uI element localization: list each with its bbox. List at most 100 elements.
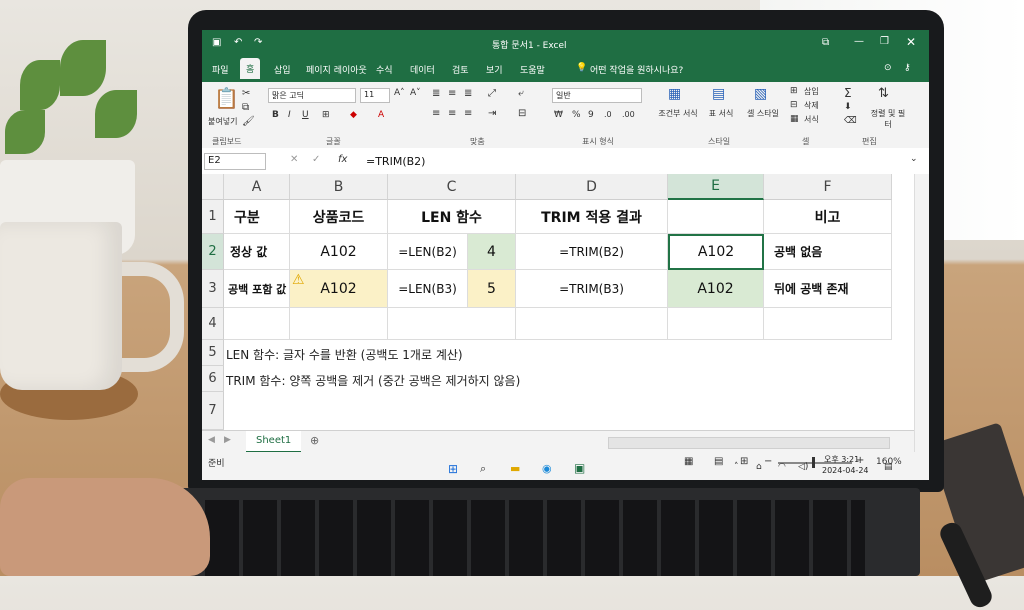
row-header-6[interactable]: 6 — [202, 366, 224, 392]
excel-taskbar-icon[interactable]: ▣ — [574, 461, 585, 475]
format-cells-icon[interactable]: ▦ — [790, 114, 799, 124]
format-cells-button[interactable]: 서식 — [804, 114, 819, 125]
insert-cells-button[interactable]: 삽입 — [804, 86, 819, 97]
font-size-select[interactable]: 11 — [360, 88, 390, 103]
add-sheet-icon[interactable]: ⊕ — [310, 434, 319, 447]
tab-home[interactable]: 홈 — [240, 58, 261, 79]
font-name-select[interactable]: 맑은 고딕 — [268, 88, 356, 103]
format-as-table-button[interactable]: 표 서식 — [704, 108, 738, 119]
key-icon[interactable]: ⚷ — [904, 63, 911, 73]
sort-filter-button[interactable]: 정렬 및 필터 — [870, 108, 906, 130]
column-header-f[interactable]: F — [764, 174, 892, 200]
sheet-tab-sheet1[interactable]: Sheet1 — [246, 431, 302, 453]
warning-icon[interactable]: ⚠ — [292, 272, 305, 288]
decrease-decimal-icon[interactable]: .00 — [622, 110, 635, 119]
delete-cells-icon[interactable]: ⊟ — [790, 100, 798, 110]
name-box[interactable]: E2 — [204, 153, 266, 170]
restore-icon[interactable]: ❐ — [880, 36, 889, 47]
cell-f2[interactable]: 공백 없음 — [764, 234, 892, 270]
cell-c2[interactable]: =LEN(B2) — [388, 234, 468, 270]
indent-icon[interactable]: ⇥ — [488, 108, 496, 119]
orientation-icon[interactable]: ⤢ — [488, 88, 496, 99]
align-center-icon[interactable]: ≡ — [448, 108, 456, 119]
cell-f1[interactable]: 비고 — [764, 200, 892, 234]
cell-f4[interactable] — [764, 308, 892, 340]
note-len[interactable]: LEN 함수: 글자 수를 반환 (공백도 1개로 계산) — [226, 346, 463, 363]
cell-b4[interactable] — [290, 308, 388, 340]
cell-d2[interactable]: =TRIM(B2) — [516, 234, 668, 270]
expand-formula-icon[interactable]: ⌄ — [910, 154, 918, 164]
clock-date[interactable]: 2024-04-24 — [822, 466, 869, 475]
paste-icon[interactable]: 📋 — [214, 86, 239, 110]
cell-styles-icon[interactable]: ▧ — [754, 86, 767, 102]
close-icon[interactable]: ✕ — [906, 35, 916, 49]
cell-a2[interactable]: 정상 값 — [224, 234, 290, 270]
cell-e1[interactable] — [668, 200, 764, 234]
tab-page-layout[interactable]: 페이지 레이아웃 — [306, 63, 367, 76]
volume-icon[interactable]: ◁) — [798, 462, 808, 472]
cell-a4[interactable] — [224, 308, 290, 340]
share-icon[interactable]: ⊙ — [884, 63, 892, 73]
taskbar-search-icon[interactable]: ⌕ — [480, 462, 486, 476]
cell-c1[interactable]: LEN 함수 — [388, 200, 516, 234]
row-header-3[interactable]: 3 — [202, 270, 224, 308]
cell-a1[interactable]: 구분 — [224, 200, 290, 234]
align-right-icon[interactable]: ≡ — [464, 108, 472, 119]
enter-icon[interactable]: ✓ — [312, 154, 320, 165]
decrease-font-icon[interactable]: A˅ — [410, 88, 421, 98]
clock-time[interactable]: 오후 3:21 — [824, 454, 859, 465]
tab-review[interactable]: 검토 — [452, 63, 469, 76]
undo-icon[interactable]: ↶ — [234, 37, 242, 48]
cell-styles-button[interactable]: 셀 스타일 — [746, 108, 780, 119]
save-icon[interactable]: ▣ — [212, 37, 221, 48]
cell-f3[interactable]: 뒤에 공백 존재 — [764, 270, 892, 308]
tab-formulas[interactable]: 수식 — [376, 63, 393, 76]
delete-cells-button[interactable]: 삭제 — [804, 100, 819, 111]
cell-e2-selected[interactable]: A102 — [668, 234, 764, 270]
align-middle-icon[interactable]: ≡ — [448, 88, 456, 99]
fill-icon[interactable]: ⬇ — [844, 102, 852, 112]
column-header-b[interactable]: B — [290, 174, 388, 200]
copy-icon[interactable]: ⧉ — [242, 102, 249, 113]
comma-icon[interactable]: 9 — [588, 110, 594, 120]
fill-color-icon[interactable]: ◆ — [350, 110, 357, 120]
cell-d3[interactable]: =TRIM(B3) — [516, 270, 668, 308]
cell-c2-length[interactable]: 4 — [468, 234, 516, 270]
conditional-format-icon[interactable]: ▦ — [668, 86, 681, 102]
cell-b2[interactable]: A102 — [290, 234, 388, 270]
file-explorer-icon[interactable]: ▬ — [510, 462, 520, 475]
italic-icon[interactable]: I — [288, 110, 291, 120]
cell-a3[interactable]: 공백 포함 값 — [224, 270, 290, 308]
cell-b1[interactable]: 상품코드 — [290, 200, 388, 234]
insert-cells-icon[interactable]: ⊞ — [790, 86, 798, 96]
underline-icon[interactable]: U — [302, 110, 309, 120]
cut-icon[interactable]: ✂ — [242, 88, 250, 99]
select-all-corner[interactable] — [202, 174, 224, 200]
cell-d1[interactable]: TRIM 적용 결과 — [516, 200, 668, 234]
redo-icon[interactable]: ↷ — [254, 37, 262, 48]
cell-d4[interactable] — [516, 308, 668, 340]
sort-filter-icon[interactable]: ⇅ — [878, 86, 889, 101]
paste-button[interactable]: 붙여넣기 — [208, 116, 237, 127]
wifi-icon[interactable]: ◠ — [778, 462, 786, 472]
row-header-4[interactable]: 4 — [202, 308, 224, 340]
worksheet-grid[interactable]: A B C D E F 1 2 3 4 5 6 7 구분 상품코드 LEN 함수… — [202, 174, 914, 464]
merge-icon[interactable]: ⊟ — [518, 108, 526, 119]
cancel-icon[interactable]: ✕ — [290, 154, 298, 165]
cell-c3[interactable]: =LEN(B3) — [388, 270, 468, 308]
cell-b3[interactable]: A102 — [290, 270, 388, 308]
notification-icon[interactable]: ▤ — [884, 462, 893, 472]
vertical-scrollbar[interactable] — [914, 174, 929, 452]
row-header-1[interactable]: 1 — [202, 200, 224, 234]
bold-icon[interactable]: B — [272, 110, 279, 120]
column-header-e[interactable]: E — [668, 174, 764, 200]
number-format-select[interactable]: 일반 — [552, 88, 642, 103]
edge-browser-icon[interactable]: ◉ — [542, 462, 552, 475]
wrap-text-icon[interactable]: ⤶ — [518, 88, 524, 99]
prev-sheet-icon[interactable]: ◀ — [208, 435, 215, 445]
column-header-c[interactable]: C — [388, 174, 516, 200]
tab-data[interactable]: 데이터 — [410, 63, 435, 76]
cell-c3-length[interactable]: 5 — [468, 270, 516, 308]
format-as-table-icon[interactable]: ▤ — [712, 86, 725, 102]
next-sheet-icon[interactable]: ▶ — [224, 435, 231, 445]
